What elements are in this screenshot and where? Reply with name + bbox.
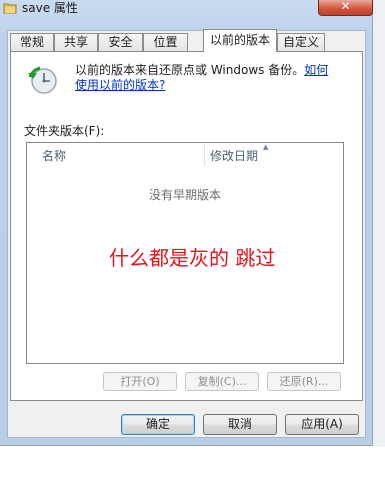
tab-customize[interactable]: 自定义 bbox=[277, 33, 325, 52]
tab-security[interactable]: 安全 bbox=[98, 33, 143, 52]
tab-location[interactable]: 位置 bbox=[143, 33, 188, 52]
tab-general[interactable]: 常规 bbox=[10, 33, 54, 52]
annotation-overlay: 什么都是灰的 跳过 bbox=[109, 246, 276, 270]
empty-list-message: 没有早期版本 bbox=[148, 188, 221, 202]
open-button[interactable]: 打开(O) bbox=[103, 372, 177, 391]
column-header-name[interactable]: 名称 bbox=[42, 147, 66, 165]
system-restore-icon bbox=[27, 64, 59, 96]
copy-button[interactable]: 复制(C)... bbox=[185, 372, 259, 391]
cancel-button[interactable]: 取消 bbox=[203, 414, 277, 435]
previous-versions-panel: 以前的版本来自还原点或 Windows 备份。如何使用以前的版本? 文件夹版本(… bbox=[10, 51, 363, 401]
column-header-modified-date[interactable]: 修改日期 bbox=[210, 147, 258, 165]
column-divider[interactable] bbox=[204, 144, 205, 166]
close-icon: ✕ bbox=[340, 0, 351, 13]
tab-sharing[interactable]: 共享 bbox=[54, 33, 98, 52]
restore-button[interactable]: 还原(R)... bbox=[267, 372, 341, 391]
window-right-edge bbox=[373, 0, 385, 447]
description-text: 以前的版本来自还原点或 Windows 备份。 bbox=[75, 63, 305, 77]
versions-list[interactable]: 名称 ▲ 修改日期 没有早期版本 什么都是灰的 跳过 bbox=[26, 142, 344, 364]
window-title: save 属性 bbox=[22, 1, 78, 15]
folder-versions-label: 文件夹版本(F): bbox=[24, 124, 105, 138]
apply-button[interactable]: 应用(A) bbox=[285, 414, 359, 435]
dialog-client-area: 常规 共享 安全 位置 以前的版本 自定义 以前的版本来自还原点或 Window… bbox=[7, 29, 366, 438]
close-button[interactable]: ✕ bbox=[318, 0, 373, 16]
ok-button[interactable]: 确定 bbox=[121, 414, 195, 435]
folder-icon bbox=[3, 2, 17, 14]
properties-window: save 属性 ✕ 常规 共享 安全 位置 以前的版本 自定义 以前的版本来自还… bbox=[0, 0, 373, 446]
tab-strip: 常规 共享 安全 位置 以前的版本 自定义 bbox=[10, 29, 365, 52]
sort-indicator-icon: ▲ bbox=[263, 143, 269, 151]
desktop-background bbox=[0, 447, 385, 491]
description: 以前的版本来自还原点或 Windows 备份。如何使用以前的版本? bbox=[75, 63, 335, 93]
tab-previous-versions[interactable]: 以前的版本 bbox=[203, 29, 277, 52]
